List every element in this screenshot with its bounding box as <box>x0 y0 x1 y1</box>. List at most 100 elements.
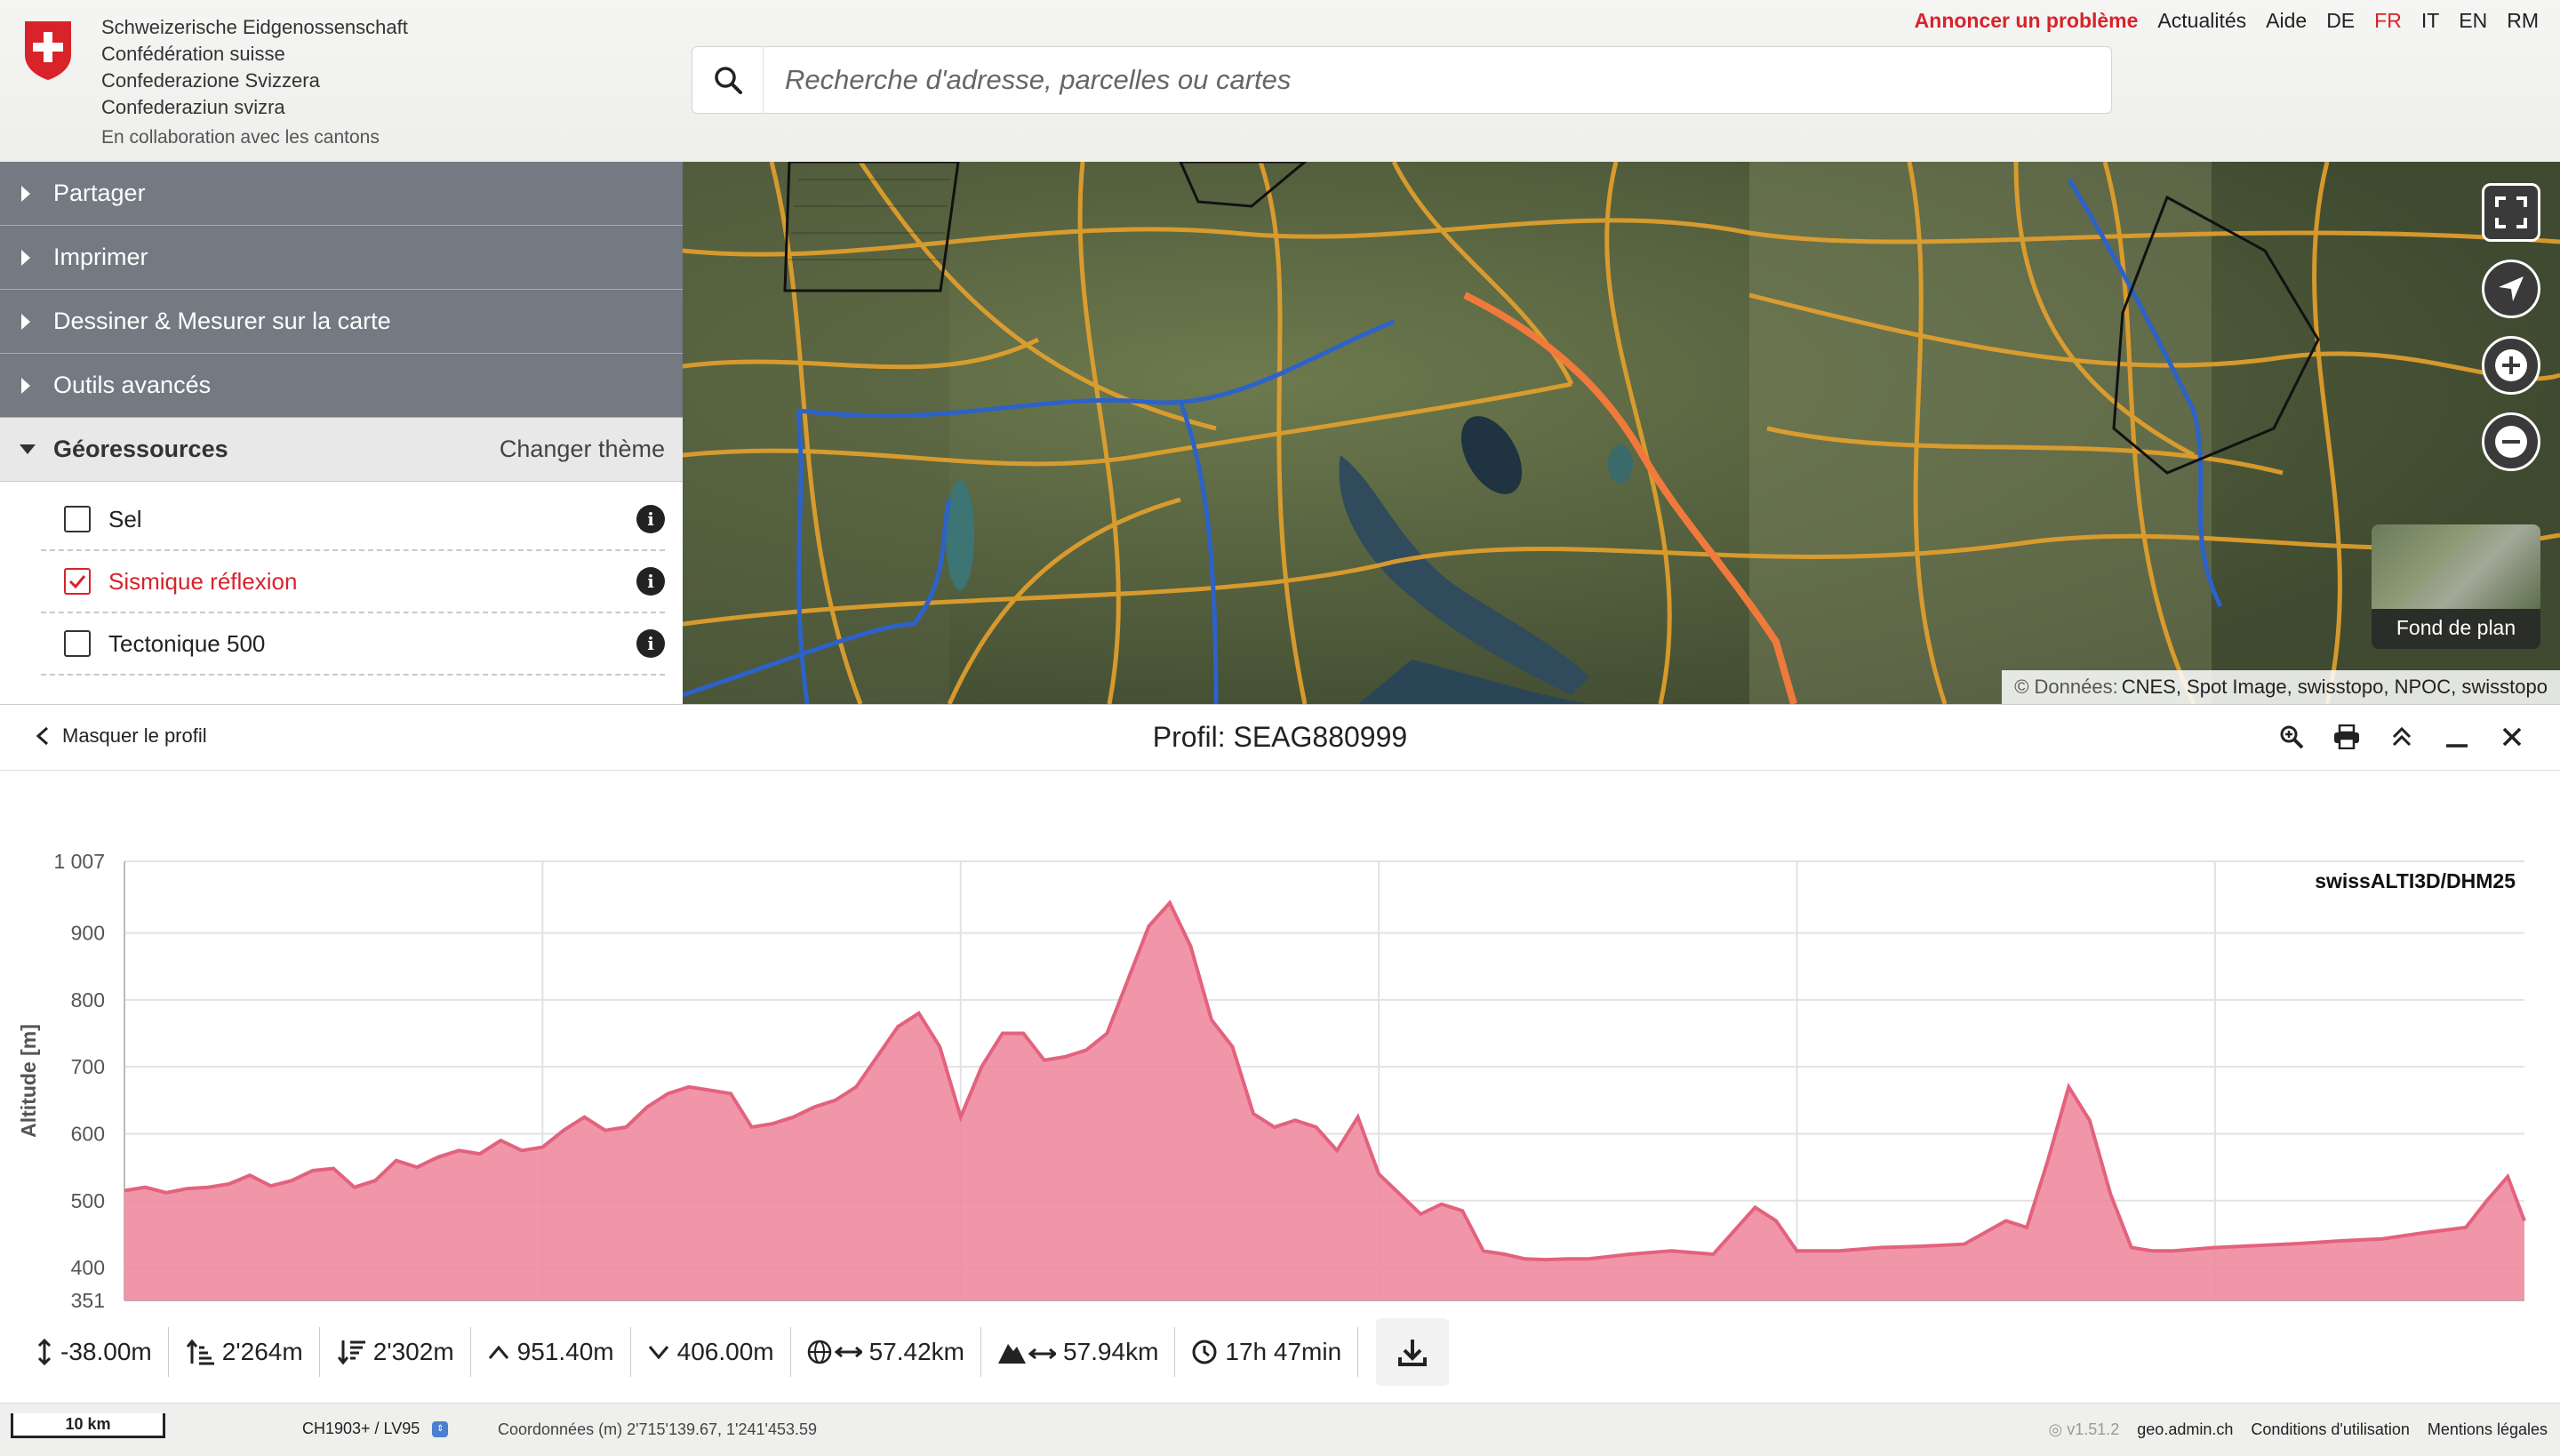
stat-max-altitude: 951.40m <box>471 1327 631 1377</box>
menu-print-label: Imprimer <box>53 244 148 270</box>
caret-right-icon <box>21 249 30 266</box>
zoom-in-button[interactable] <box>2482 336 2540 395</box>
menu-share-label: Partager <box>53 180 146 206</box>
info-icon[interactable]: i <box>636 629 665 658</box>
legal-link[interactable]: Mentions légales <box>2428 1420 2548 1439</box>
hiking-time-icon <box>1192 1340 1217 1364</box>
search-icon[interactable] <box>692 47 764 113</box>
stat-value: 406.00m <box>676 1338 774 1365</box>
confederation-line-fr: Confédération suisse <box>101 43 285 65</box>
fullscreen-button[interactable] <box>2482 183 2540 242</box>
layer-item-tectonique[interactable]: Tectonique 500 i <box>41 613 665 676</box>
swiss-cross-logo[interactable] <box>21 20 75 82</box>
stat-value: 2'302m <box>372 1338 454 1365</box>
magnifier-plus-icon <box>2280 725 2304 749</box>
lang-fr[interactable]: FR <box>2374 9 2402 33</box>
confederation-text: Schweizerische Eidgenossenschaft Confédé… <box>101 14 408 151</box>
layer-name: Tectonique 500 <box>108 629 266 657</box>
layer-list: Sel i Sismique réflexion i Tectonique 50… <box>0 482 683 676</box>
lang-de[interactable]: DE <box>2326 9 2355 33</box>
ascent-icon <box>186 1339 214 1365</box>
github-icon: ◎ <box>2048 1420 2063 1438</box>
projection-select[interactable]: CH1903+ / LV95 ⇕ <box>297 1418 453 1440</box>
height-difference-icon <box>37 1338 52 1366</box>
background-selector[interactable]: Fond de plan <box>2372 524 2540 649</box>
terms-link[interactable]: Conditions d'utilisation <box>2251 1420 2410 1439</box>
y-tick-label: 900 <box>71 922 105 945</box>
layer-checkbox-checked[interactable] <box>64 568 91 595</box>
stat-ascent: 2'264m <box>169 1327 320 1377</box>
lang-rm[interactable]: RM <box>2507 9 2539 33</box>
profile-panel: Masquer le profil Profil: SEAG880999 351… <box>0 704 2560 1403</box>
layer-item-sismique[interactable]: Sismique réflexion i <box>41 551 665 613</box>
map-view[interactable]: Fond de plan © Données: CNES, Spot Image… <box>683 162 2560 704</box>
news-link[interactable]: Actualités <box>2157 9 2246 33</box>
max-altitude-icon <box>488 1345 508 1359</box>
download-profile-button[interactable] <box>1376 1318 1450 1386</box>
sidebar: Partager Imprimer Dessiner & Mesurer sur… <box>0 162 683 704</box>
fullscreen-icon <box>2495 196 2527 228</box>
select-arrows-icon: ⇕ <box>432 1420 449 1437</box>
change-theme-link[interactable]: Changer thème <box>500 436 665 463</box>
satellite-map[interactable] <box>683 162 2560 704</box>
scale-bar: 10 km <box>11 1413 165 1438</box>
zoom-out-button[interactable] <box>2482 412 2540 471</box>
menu-advanced-label: Outils avancés <box>53 372 212 398</box>
close-profile-button[interactable] <box>2496 721 2528 753</box>
minimize-profile-button[interactable] <box>2441 721 2473 753</box>
y-tick-label: 600 <box>71 1122 105 1145</box>
search-bar <box>692 46 2112 114</box>
collaboration-text: En collaboration avec les cantons <box>101 127 380 148</box>
zoom-profile-button[interactable] <box>2276 721 2308 753</box>
descent-icon <box>337 1340 365 1365</box>
lang-en[interactable]: EN <box>2459 9 2487 33</box>
version-label: v1.51.2 <box>2067 1420 2120 1438</box>
y-tick-label: 400 <box>71 1256 105 1279</box>
caret-down-icon <box>20 444 36 454</box>
geoadmin-link[interactable]: geo.admin.ch <box>2137 1420 2233 1439</box>
menu-print[interactable]: Imprimer <box>0 226 683 290</box>
menu-share[interactable]: Partager <box>0 162 683 226</box>
stat-slope-distance: 57.94km <box>981 1327 1176 1377</box>
y-tick-label: 800 <box>71 988 105 1012</box>
menu-advanced-tools[interactable]: Outils avancés <box>0 354 683 418</box>
caret-right-icon <box>21 185 30 202</box>
help-link[interactable]: Aide <box>2266 9 2307 33</box>
print-profile-button[interactable] <box>2331 721 2363 753</box>
version-link[interactable]: ◎ v1.51.2 <box>2049 1420 2120 1439</box>
info-icon[interactable]: i <box>636 505 665 533</box>
projection-value: CH1903+ / LV95 <box>302 1420 420 1437</box>
expand-profile-button[interactable] <box>2386 721 2418 753</box>
stat-descent: 2'302m <box>320 1327 471 1377</box>
min-altitude-icon <box>648 1346 668 1360</box>
layer-name: Sismique réflexion <box>108 567 298 595</box>
report-problem-link[interactable]: Annoncer un problème <box>1915 9 2139 33</box>
layer-checkbox[interactable] <box>64 630 91 657</box>
stat-height-difference: -38.00m <box>20 1327 169 1377</box>
attribution-text[interactable]: CNES, Spot Image, swisstopo, NPOC, swiss… <box>2122 676 2548 699</box>
lang-it[interactable]: IT <box>2421 9 2439 33</box>
double-chevron-up-icon <box>2392 726 2412 747</box>
geolocate-button[interactable] <box>2482 260 2540 318</box>
search-input[interactable] <box>764 64 2008 96</box>
projection-selector: CH1903+ / LV95 ⇕ <box>297 1418 453 1440</box>
slope-distance-icon <box>998 1344 1056 1364</box>
layer-item-sel[interactable]: Sel i <box>41 489 665 551</box>
background-label: Fond de plan <box>2396 616 2516 639</box>
info-icon[interactable]: i <box>636 567 665 596</box>
map-attribution: © Données: CNES, Spot Image, swisstopo, … <box>2002 670 2560 704</box>
print-icon <box>2334 724 2359 749</box>
layer-name: Sel <box>108 505 142 532</box>
y-tick-label: 1 007 <box>53 850 105 873</box>
header: Schweizerische Eidgenossenschaft Confédé… <box>0 0 2560 162</box>
footer: 10 km CH1903+ / LV95 ⇕ Coordonnées (m) 2… <box>0 1403 2560 1456</box>
georesources-header[interactable]: Géoressources Changer thème <box>0 418 683 482</box>
layer-checkbox[interactable] <box>64 506 91 532</box>
stat-value: 57.42km <box>868 1338 964 1365</box>
elevation-model-label: swissALTI3D/DHM25 <box>2315 869 2516 892</box>
coordinates-display: Coordonnées (m) 2'715'139.67, 1'241'453.… <box>498 1420 818 1438</box>
menu-draw-measure[interactable]: Dessiner & Mesurer sur la carte <box>0 290 683 354</box>
background-thumbnail <box>2372 524 2540 609</box>
elevation-profile-chart[interactable]: 3514005006007008009001 0070102030405057.… <box>0 771 2560 1313</box>
stat-value: 951.40m <box>516 1338 614 1365</box>
